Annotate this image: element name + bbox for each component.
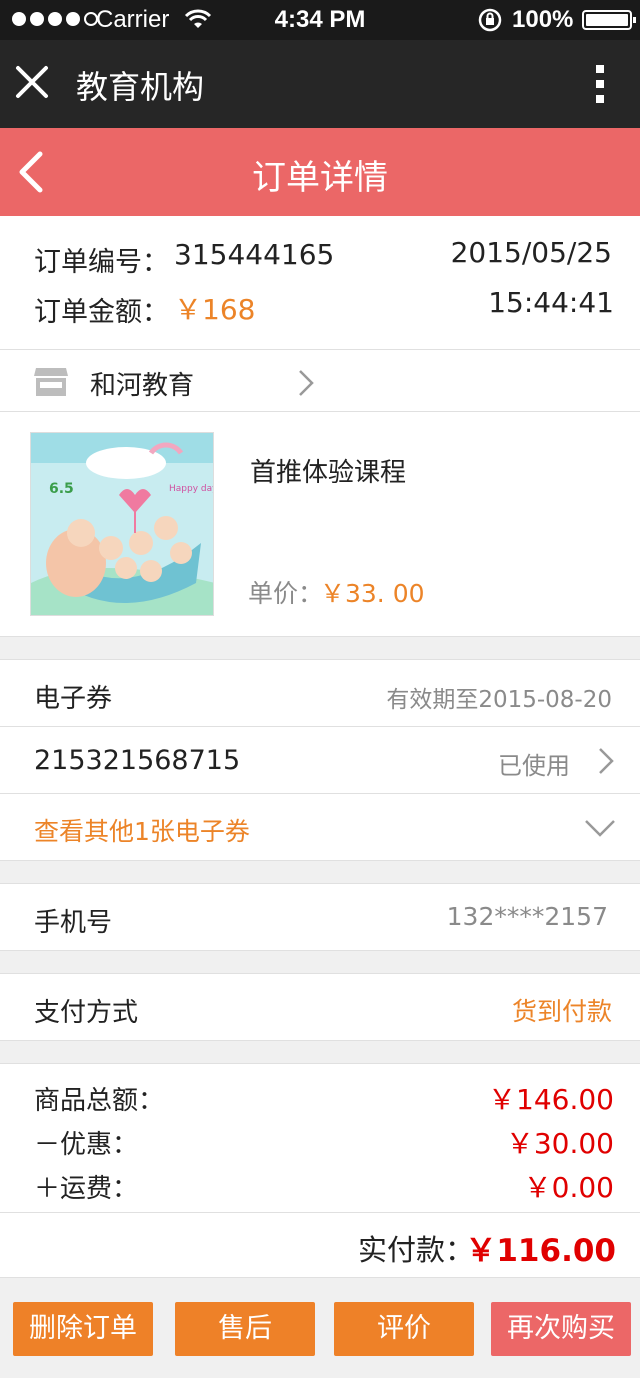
delete-order-button[interactable]: 删除订单: [13, 1302, 153, 1356]
view-more-vouchers-link[interactable]: 查看其他1张电子券: [34, 812, 250, 848]
voucher-status: 已使用: [498, 752, 570, 780]
voucher-label: 电子券: [34, 684, 113, 714]
phone-row: 手机号 132****2157: [0, 884, 640, 950]
divider: [0, 1277, 640, 1278]
chevron-right-icon: [599, 748, 614, 774]
app-bar: 教育机构: [0, 40, 640, 128]
nav-bar: 订单详情: [0, 128, 640, 216]
shipping-label: ＋运费：: [34, 1174, 139, 1204]
close-icon[interactable]: [12, 62, 52, 102]
shipping: ￥0.00: [523, 1171, 614, 1204]
store-row[interactable]: 和河教育: [0, 350, 640, 411]
voucher-code-row[interactable]: 215321568715 已使用: [0, 727, 640, 793]
rebuy-button[interactable]: 再次购买: [491, 1302, 631, 1356]
payment-label: 支付方式: [34, 998, 139, 1028]
order-info-section: 订单编号： 315444165 2015/05/25 订单金额： ￥168 15…: [0, 216, 640, 349]
voucher-header-row: 电子券 有效期至2015-08-20: [0, 660, 640, 726]
after-sale-button[interactable]: 售后: [175, 1302, 315, 1356]
product-image-badge: 6.5: [49, 481, 74, 497]
order-time: 15:44:41: [488, 286, 614, 319]
order-amount-label: 订单金额：: [34, 297, 169, 328]
order-number-label: 订单编号：: [34, 247, 169, 278]
store-name: 和河教育: [90, 371, 195, 401]
app-title: 教育机构: [76, 68, 205, 106]
rotation-lock-icon: [478, 8, 502, 32]
discount-label: －优惠：: [34, 1130, 139, 1160]
status-bar: Carrier 4:34 PM 100%: [0, 0, 640, 40]
voucher-code: 215321568715: [34, 745, 241, 776]
phone-label: 手机号: [34, 908, 113, 938]
divider: [0, 1040, 640, 1041]
order-number: 315444165: [174, 238, 335, 271]
page-title: 订单详情: [252, 158, 388, 198]
paid-amount: ￥116.00: [465, 1233, 616, 1269]
paid-label: 实付款：: [358, 1233, 475, 1267]
price-summary: 商品总额： ￥146.00 －优惠： ￥30.00 ＋运费： ￥0.00: [0, 1064, 640, 1212]
phone-value: 132****2157: [446, 902, 608, 931]
voucher-validity: 有效期至2015-08-20: [386, 687, 612, 713]
divider: [0, 860, 640, 861]
battery-icon: [582, 10, 636, 30]
unit-price: ￥33. 00: [320, 579, 425, 608]
view-more-vouchers-row[interactable]: 查看其他1张电子券: [0, 794, 640, 860]
battery-percent: 100%: [512, 6, 574, 33]
review-button[interactable]: 评价: [334, 1302, 474, 1356]
product-name: 首推体验课程: [250, 458, 407, 488]
store-icon: [34, 368, 68, 396]
product-image: 6.5 Happy day: [30, 432, 214, 616]
goods-total-label: 商品总额：: [34, 1086, 165, 1116]
divider: [0, 636, 640, 637]
more-vertical-icon[interactable]: [588, 62, 612, 106]
unit-price-label: 单价：: [248, 579, 324, 608]
product-image-tag: Happy day: [169, 484, 214, 494]
chevron-right-icon: [299, 370, 314, 396]
divider: [0, 950, 640, 951]
paid-row: 实付款： ￥116.00: [0, 1213, 640, 1277]
chevron-down-icon: [585, 820, 615, 837]
order-amount: ￥168: [174, 293, 256, 326]
payment-value: 货到付款: [511, 997, 612, 1026]
goods-total: ￥146.00: [488, 1083, 614, 1116]
discount: ￥30.00: [505, 1127, 614, 1160]
payment-row: 支付方式 货到付款: [0, 974, 640, 1040]
order-date: 2015/05/25: [450, 236, 612, 269]
